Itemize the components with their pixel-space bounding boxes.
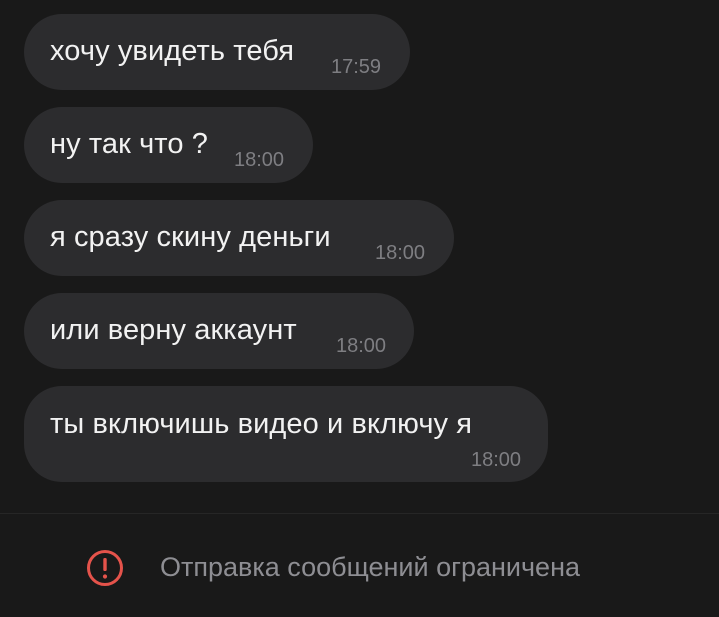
message-bubble[interactable]: я сразу скину деньги 18:00 xyxy=(24,200,454,276)
message-timestamp: 17:59 xyxy=(331,56,382,78)
message-bubble[interactable]: хочу увидеть тебя 17:59 xyxy=(24,14,410,90)
message-timestamp: 18:00 xyxy=(336,335,387,357)
message-text: я сразу скину деньги xyxy=(50,221,331,253)
message-text: или верну аккаунт xyxy=(50,314,297,346)
message-bubble[interactable]: ну так что ? 18:00 xyxy=(24,107,313,183)
restriction-notice: Отправка сообщений ограничена xyxy=(160,552,580,582)
message-timestamp: 18:00 xyxy=(234,149,285,171)
chat-screen: хочу увидеть тебя 17:59 ну так что ? 18:… xyxy=(0,0,719,617)
message-text: ты включишь видео и включу я xyxy=(50,408,473,440)
messaging-restricted-banner: Отправка сообщений ограничена xyxy=(0,514,719,617)
message-bubble[interactable]: ты включишь видео и включу я 18:00 xyxy=(24,386,548,482)
alert-circle-icon xyxy=(86,549,124,587)
message-text: ну так что ? xyxy=(50,128,208,160)
message-timestamp: 18:00 xyxy=(471,449,522,471)
message-timestamp: 18:00 xyxy=(375,242,426,264)
message-bubble[interactable]: или верну аккаунт 18:00 xyxy=(24,293,414,369)
message-text: хочу увидеть тебя xyxy=(50,35,295,67)
message-list[interactable]: хочу увидеть тебя 17:59 ну так что ? 18:… xyxy=(0,0,719,512)
